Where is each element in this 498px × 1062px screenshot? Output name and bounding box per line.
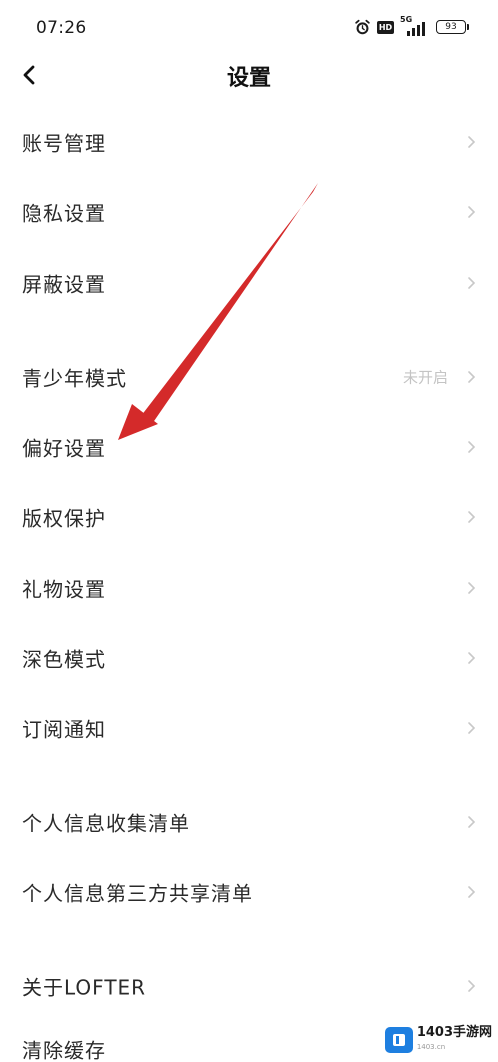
battery-level: 93: [445, 22, 457, 32]
menu-item-label: 偏好设置: [22, 436, 106, 461]
chevron-right-icon: [468, 582, 476, 594]
hd-badge: HD: [377, 20, 394, 34]
menu-item-account[interactable]: 账号管理: [0, 112, 498, 172]
menu-item-label: 屏蔽设置: [22, 272, 106, 297]
nav-bar: 设置: [0, 58, 498, 94]
menu-item-label: 清除缓存: [22, 1038, 106, 1062]
status-bar: 07:26 HD 5G 93: [0, 0, 498, 58]
menu-item-privacy[interactable]: 隐私设置: [0, 182, 498, 242]
chevron-right-icon: [468, 511, 476, 523]
watermark-url: 1403.cn: [416, 1043, 446, 1051]
status-icons: HD 5G 93: [354, 15, 469, 36]
menu-item-label: 隐私设置: [22, 201, 106, 226]
menu-item-label: 个人信息第三方共享清单: [22, 881, 253, 906]
page-title: 设置: [226, 66, 271, 91]
chevron-right-icon: [468, 136, 476, 148]
status-time: 07:26: [36, 18, 87, 38]
menu-item-label: 礼物设置: [22, 577, 106, 602]
chevron-right-icon: [468, 652, 476, 664]
menu-item-label: 青少年模式: [22, 366, 127, 391]
alarm-clock-icon: [355, 19, 370, 34]
signal-bars: [407, 22, 425, 36]
menu-item-info-collection[interactable]: 个人信息收集清单: [0, 792, 498, 852]
chevron-right-icon: [468, 980, 476, 992]
menu-item-label: 账号管理: [22, 131, 106, 156]
chevron-right-icon: [468, 371, 476, 383]
menu-item-preferences[interactable]: 偏好设置: [0, 417, 498, 477]
signal-icon: 5G: [400, 15, 430, 36]
chevron-right-icon: [468, 277, 476, 289]
teen-mode-status: 未开启: [402, 368, 448, 387]
watermark: 1403手游网 1403.cn: [384, 1026, 492, 1054]
menu-item-subscription[interactable]: 订阅通知: [0, 698, 498, 758]
menu-item-teen-mode[interactable]: 青少年模式 未开启: [0, 347, 498, 407]
menu-item-gift[interactable]: 礼物设置: [0, 558, 498, 618]
menu-item-label: 深色模式: [22, 647, 106, 672]
chevron-right-icon: [468, 722, 476, 734]
chevron-right-icon: [468, 816, 476, 828]
menu-item-copyright[interactable]: 版权保护: [0, 487, 498, 547]
menu-item-about[interactable]: 关于LOFTER: [0, 956, 498, 1016]
menu-item-third-party-sharing[interactable]: 个人信息第三方共享清单: [0, 862, 498, 922]
battery-icon: 93: [436, 20, 469, 34]
chevron-right-icon: [468, 886, 476, 898]
chevron-right-icon: [468, 206, 476, 218]
menu-item-label: 版权保护: [22, 506, 106, 531]
chevron-right-icon: [468, 441, 476, 453]
menu-item-label: 关于LOFTER: [22, 975, 147, 1000]
menu-item-dark-mode[interactable]: 深色模式: [0, 628, 498, 688]
watermark-logo-icon: [384, 1027, 413, 1053]
watermark-brand: 1403手游网 1403.cn: [417, 1026, 492, 1054]
menu-item-label: 订阅通知: [22, 717, 106, 742]
menu-item-block[interactable]: 屏蔽设置: [0, 253, 498, 313]
menu-item-label: 个人信息收集清单: [22, 811, 190, 836]
